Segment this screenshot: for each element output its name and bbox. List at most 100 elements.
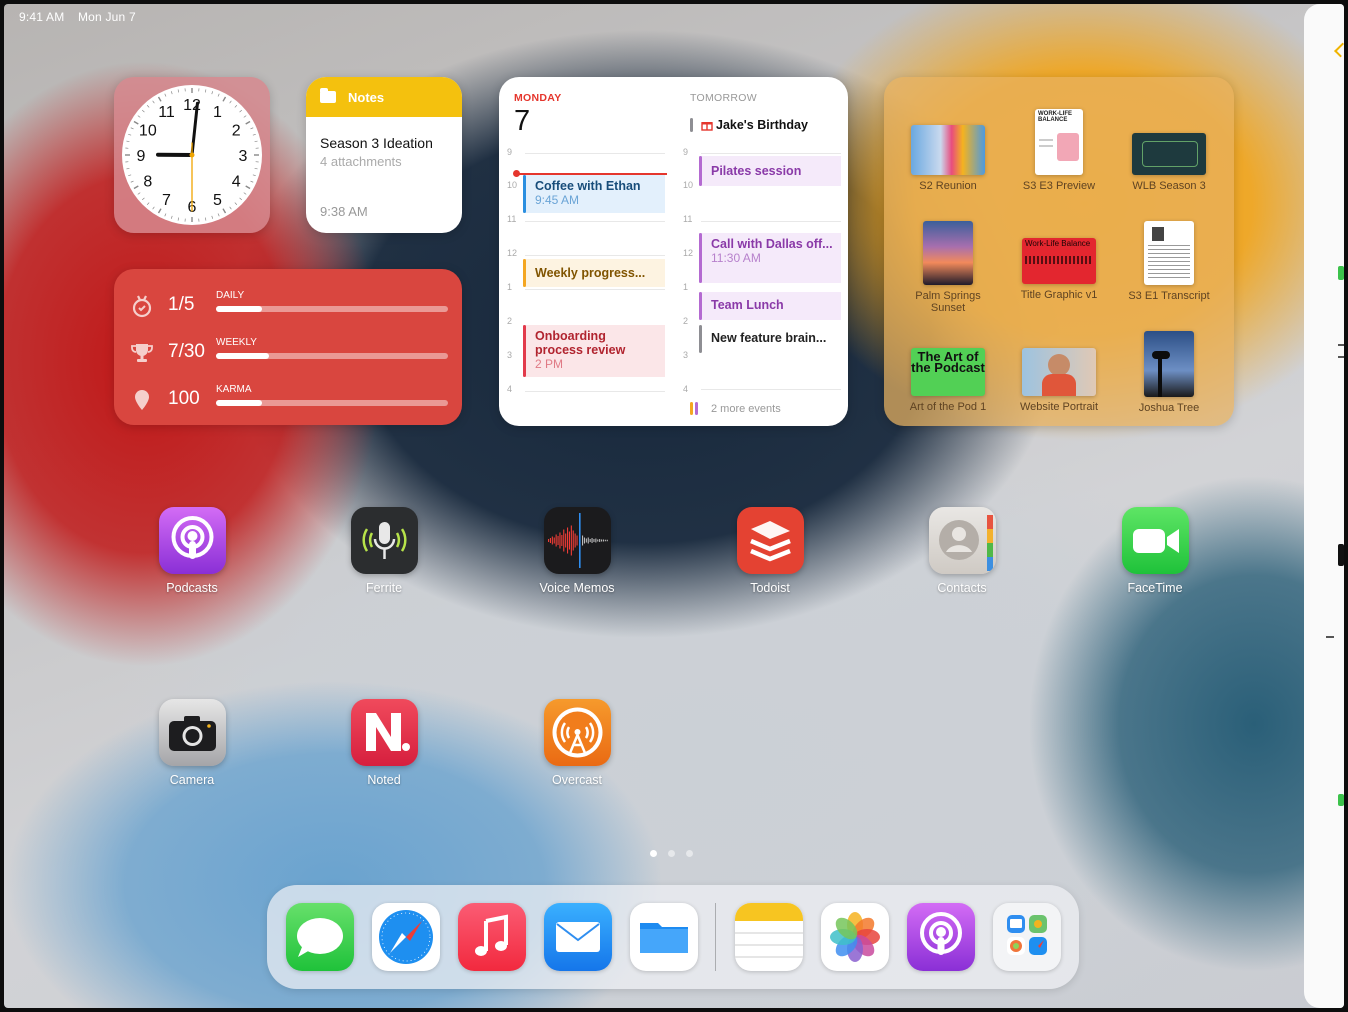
app-camera[interactable]: Camera (132, 699, 252, 787)
app-voice-memos[interactable]: Voice Memos (517, 507, 637, 595)
clock-tick (130, 127, 134, 130)
photo-item[interactable]: S3 E1 Transcript (1114, 221, 1224, 302)
clock-number: 11 (158, 104, 175, 121)
page-dot[interactable] (650, 850, 657, 857)
thumb-shape (1152, 351, 1170, 359)
event-title: Team Lunch (711, 298, 784, 312)
calendar-event[interactable]: Team Lunch (699, 292, 841, 320)
wave-bar (600, 539, 602, 542)
folder-icon (320, 88, 336, 103)
photo-caption: Palm Springs Sunset (915, 290, 981, 314)
wave-bar (574, 533, 576, 548)
calendar-widget[interactable]: MONDAY 7 9 10 11 12 1 2 3 4 Coffee with … (499, 77, 848, 426)
messages-icon (297, 918, 343, 957)
clock-widget[interactable]: 121234567891011 (114, 77, 270, 233)
app-noted[interactable]: Noted (324, 699, 444, 787)
dock-messages[interactable] (286, 903, 354, 971)
dock-music[interactable] (458, 903, 526, 971)
dock-safari[interactable] (372, 903, 440, 971)
clock-tick (245, 185, 251, 190)
wave-bar (576, 535, 578, 546)
calendar-event[interactable]: Pilates session (699, 156, 841, 186)
clock-tick (146, 104, 150, 108)
clock-tick (137, 115, 141, 118)
clock-number: 4 (232, 174, 241, 191)
clock-face: 121234567891011 (122, 85, 262, 225)
envelope-icon (556, 922, 600, 952)
back-chevron-icon[interactable] (1334, 42, 1344, 58)
photo-thumbnail (1144, 221, 1194, 285)
calendar-event[interactable]: Onboarding process review 2 PM (523, 325, 665, 377)
notes-widget[interactable]: Notes Season 3 Ideation 4 attachments 9:… (306, 77, 462, 233)
photo-item[interactable]: S2 Reunion (893, 125, 1003, 192)
dock-files[interactable] (630, 903, 698, 971)
goal-label: WEEKLY (216, 337, 257, 348)
hour-label: 4 (507, 384, 513, 394)
app-ferrite[interactable]: Ferrite (324, 507, 444, 595)
calendar-tomorrow-label: TOMORROW (690, 92, 757, 104)
clock-tick (141, 109, 145, 113)
app-facetime[interactable]: FaceTime (1095, 507, 1215, 595)
dock-notes[interactable] (735, 903, 803, 971)
slide-over-panel-edge[interactable] (1304, 4, 1344, 1008)
clock-tick (157, 208, 162, 214)
wave-bar (570, 525, 572, 556)
photo-caption: WLB Season 3 (1132, 180, 1206, 192)
thumb-shape (1158, 353, 1162, 397)
app-label: Todoist (750, 581, 790, 595)
status-bar: 9:41 AM Mon Jun 7 (19, 10, 146, 24)
clock-tick (243, 192, 247, 195)
hour-gridline (525, 221, 665, 222)
wave-bar (592, 539, 594, 542)
wave-bar (596, 539, 598, 542)
more-color-bar (690, 402, 693, 415)
calendar-event[interactable]: Weekly progress... (523, 259, 665, 287)
dock-app-library[interactable] (993, 903, 1061, 971)
app-podcasts[interactable]: Podcasts (132, 507, 252, 595)
wave-bar (549, 538, 551, 543)
event-color-bar (699, 292, 702, 320)
dock-mail[interactable] (544, 903, 612, 971)
calendar-event[interactable]: Coffee with Ethan 9:45 AM (523, 175, 665, 213)
app-todoist[interactable]: Todoist (710, 507, 830, 595)
dock-photos[interactable] (821, 903, 889, 971)
photo-item[interactable]: Work-Life Balance Title Graphic v1 (1004, 238, 1114, 301)
photo-caption: Art of the Pod 1 (909, 401, 987, 413)
clock-tick (252, 174, 256, 177)
photo-item[interactable]: Joshua Tree (1114, 331, 1224, 414)
clock-tick (254, 140, 258, 143)
dock (267, 885, 1079, 989)
thumb-text: The Art of the Podcast (911, 349, 985, 375)
photo-item[interactable]: The Art of the Podcast Art of the Pod 1 (893, 348, 1003, 413)
event-title: Pilates session (711, 164, 802, 178)
photo-item[interactable]: WORK-LIFE BALANCE S3 E3 Preview (1004, 109, 1114, 192)
app-label: Ferrite (365, 581, 403, 595)
page-indicator[interactable] (650, 844, 704, 862)
allday-event-title[interactable]: Jake's Birthday (716, 118, 808, 132)
page-dot[interactable] (668, 850, 675, 857)
app-overcast[interactable]: Overcast (517, 699, 637, 787)
photo-item[interactable]: WLB Season 3 (1114, 133, 1224, 192)
dock-podcasts[interactable] (907, 903, 975, 971)
event-color-bar (699, 325, 702, 353)
clock-tick (250, 180, 254, 183)
clock-tick (222, 96, 227, 102)
calendar-day-label: MONDAY (514, 92, 562, 104)
photos-widget[interactable]: S2 Reunion WORK-LIFE BALANCE S3 E3 Previ… (884, 77, 1234, 426)
photo-item[interactable]: Palm Springs Sunset (893, 221, 1003, 314)
goal-progress-fill (216, 306, 263, 312)
calendar-event[interactable]: New feature brain... (699, 325, 841, 353)
more-events[interactable]: 2 more events (711, 403, 781, 415)
goal-progress-fill (216, 353, 270, 359)
goals-widget[interactable]: 1/5 DAILY 7/30 WEEKLY 100 KARMA (114, 269, 462, 425)
panel-mark-icon (1326, 636, 1334, 638)
clock-tick (252, 133, 256, 136)
hour-label: 2 (507, 316, 513, 326)
page-dot[interactable] (686, 850, 693, 857)
photo-item[interactable]: Website Portrait (1004, 348, 1114, 413)
app-contacts[interactable]: Contacts (902, 507, 1022, 595)
calendar-event[interactable]: Call with Dallas off... 11:30 AM (699, 233, 841, 283)
hour-label: 10 (683, 180, 694, 190)
event-title: New feature brain... (711, 331, 827, 345)
event-time: 11:30 AM (711, 251, 761, 265)
